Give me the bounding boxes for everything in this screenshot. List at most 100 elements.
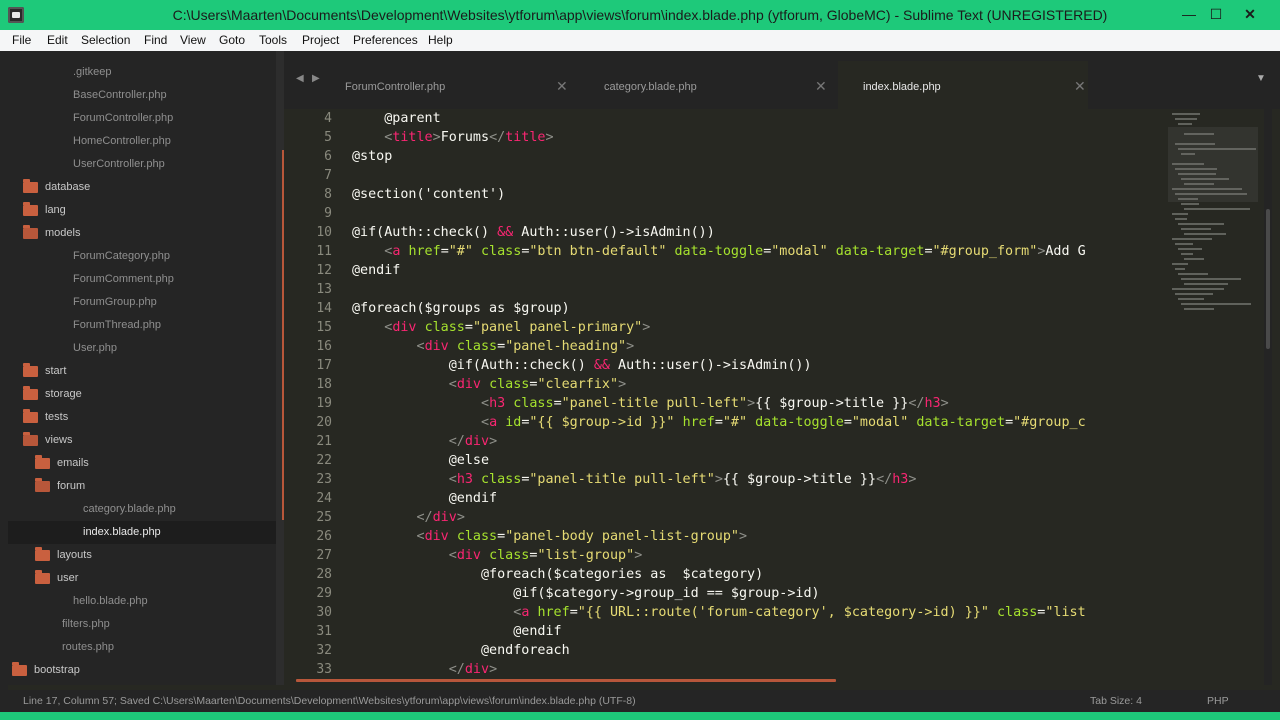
tab-dropdown-icon[interactable]: ▼ — [1256, 73, 1266, 84]
sidebar-file-homecontroller-php[interactable]: HomeController.php — [8, 130, 276, 153]
menu-tools[interactable]: Tools — [259, 33, 287, 47]
code-line[interactable]: 4 @parent — [284, 110, 1172, 129]
tab-close-icon[interactable]: ✕ — [1074, 78, 1086, 95]
sidebar-file-forumcontroller-php[interactable]: ForumController.php — [8, 107, 276, 130]
code-line[interactable]: 24 @endif — [284, 490, 1172, 509]
code-line[interactable]: 11 <a href="#" class="btn btn-default" d… — [284, 243, 1172, 262]
sidebar-file-hello-blade-php[interactable]: hello.blade.php — [8, 590, 276, 613]
menu-file[interactable]: File — [12, 33, 31, 47]
sidebar-file-gitkeep[interactable]: .gitkeep — [8, 61, 276, 84]
code-editor[interactable]: 4 @parent 5 <title>Forums</title> 6 @stop 7 8… — [284, 109, 1172, 685]
menu-project[interactable]: Project — [302, 33, 339, 47]
status-syntax[interactable]: PHP — [1207, 695, 1229, 707]
code-line[interactable]: 33 </div> — [284, 661, 1172, 680]
code-line[interactable]: 31 @endif — [284, 623, 1172, 642]
sidebar-folder-user[interactable]: user — [8, 567, 276, 590]
code-line[interactable]: 27 <div class="list-group"> — [284, 547, 1172, 566]
sidebar-folder-layouts[interactable]: layouts — [8, 544, 276, 567]
menu-edit[interactable]: Edit — [47, 33, 68, 47]
code-line[interactable]: 25 </div> — [284, 509, 1172, 528]
vertical-scrollbar[interactable] — [1264, 109, 1272, 685]
close-button[interactable]: ✕ — [1233, 2, 1267, 26]
code-token: "clearfix" — [537, 377, 619, 392]
code-token: = — [714, 415, 723, 430]
vertical-scrollbar-thumb[interactable] — [1266, 209, 1270, 349]
code-line[interactable]: 17 @if(Auth::check() && Auth::user()->is… — [284, 357, 1172, 376]
folder-open-icon — [35, 478, 50, 492]
code-token: > — [432, 130, 441, 145]
code-line[interactable]: 32 @endforeach — [284, 642, 1172, 661]
code-line[interactable]: 10 @if(Auth::check() && Auth::user()->isA… — [284, 224, 1172, 243]
menu-preferences[interactable]: Preferences — [353, 33, 418, 47]
status-tab-size[interactable]: Tab Size: 4 — [1090, 695, 1142, 707]
sidebar-file-category-blade-php[interactable]: category.blade.php — [8, 498, 276, 521]
tab-close-icon[interactable]: ✕ — [556, 78, 568, 95]
sidebar-file-forumthread-php[interactable]: ForumThread.php — [8, 314, 276, 337]
code-token: "panel-title pull-left" — [529, 472, 715, 487]
maximize-button[interactable]: ☐ — [1199, 2, 1233, 26]
code-line[interactable]: 18 <div class="clearfix"> — [284, 376, 1172, 395]
tab-index-blade-php[interactable]: index.blade.php ✕ — [838, 61, 1088, 109]
menu-view[interactable]: View — [180, 33, 206, 47]
code-line[interactable]: 26 <div class="panel-body panel-list-gro… — [284, 528, 1172, 547]
code-line[interactable]: 14 @foreach($groups as $group) — [284, 300, 1172, 319]
folder-icon — [12, 662, 27, 676]
code-line[interactable]: 12 @endif — [284, 262, 1172, 281]
code-line[interactable]: 21 </div> — [284, 433, 1172, 452]
code-line[interactable]: 29 @if($category->group_id == $group->id… — [284, 585, 1172, 604]
sidebar-file-usercontroller-php[interactable]: UserController.php — [8, 153, 276, 176]
code-line[interactable]: 6 @stop — [284, 148, 1172, 167]
code-line[interactable]: 23 <h3 class="panel-title pull-left">{{ … — [284, 471, 1172, 490]
menu-selection[interactable]: Selection — [81, 33, 130, 47]
code-line[interactable]: 9 — [284, 205, 1172, 224]
sidebar-folder-models[interactable]: models — [8, 222, 276, 245]
code-token: </ — [876, 472, 893, 487]
minimap-line — [1184, 258, 1204, 260]
sidebar-folder-database[interactable]: database — [8, 176, 276, 199]
code-line[interactable]: 20 <a id="{{ $group->id }}" href="#" dat… — [284, 414, 1172, 433]
sidebar-folder-emails[interactable]: emails — [8, 452, 276, 475]
code-line[interactable]: 13 — [284, 281, 1172, 300]
sidebar-file-forumcomment-php[interactable]: ForumComment.php — [8, 268, 276, 291]
sidebar-file-basecontroller-php[interactable]: BaseController.php — [8, 84, 276, 107]
tab-category-blade-php[interactable]: category.blade.php ✕ — [579, 61, 829, 109]
code-line[interactable]: 5 <title>Forums</title> — [284, 129, 1172, 148]
menu-goto[interactable]: Goto — [219, 33, 245, 47]
tab-scroll-right-icon[interactable]: ▶ — [312, 73, 320, 84]
code-token: @if($category->group_id == $group->id) — [352, 586, 820, 601]
sidebar-file-routes-php[interactable]: routes.php — [8, 636, 276, 659]
sidebar-folder-lang[interactable]: lang — [8, 199, 276, 222]
minimap-line — [1175, 293, 1213, 295]
sidebar-file-user-php[interactable]: User.php — [8, 337, 276, 360]
line-number: 27 — [316, 548, 332, 563]
code-token: </ — [489, 130, 506, 145]
menu-find[interactable]: Find — [144, 33, 167, 47]
sidebar-file-filters-php[interactable]: filters.php — [8, 613, 276, 636]
sidebar-folder-views[interactable]: views — [8, 429, 276, 452]
minimap-line — [1172, 288, 1224, 290]
sidebar-folder-start[interactable]: start — [8, 360, 276, 383]
code-line[interactable]: 30 <a href="{{ URL::route('forum-categor… — [284, 604, 1172, 623]
sidebar-folder-tests[interactable]: tests — [8, 406, 276, 429]
sidebar-folder-forum[interactable]: forum — [8, 475, 276, 498]
code-line[interactable]: 19 <h3 class="panel-title pull-left">{{ … — [284, 395, 1172, 414]
sidebar-file-forumcategory-php[interactable]: ForumCategory.php — [8, 245, 276, 268]
tab-close-icon[interactable]: ✕ — [815, 78, 827, 95]
sidebar-file-index-blade-php[interactable]: index.blade.php — [8, 521, 276, 544]
minimap[interactable] — [1168, 109, 1264, 685]
code-line[interactable]: 22 @else — [284, 452, 1172, 471]
menu-help[interactable]: Help — [428, 33, 453, 47]
sidebar-folder-storage[interactable]: storage — [8, 383, 276, 406]
code-line[interactable]: 15 <div class="panel panel-primary"> — [284, 319, 1172, 338]
code-line[interactable]: 16 <div class="panel-heading"> — [284, 338, 1172, 357]
code-line[interactable]: 28 @foreach($categories as $category) — [284, 566, 1172, 585]
tab-scroll-left-icon[interactable]: ◀ — [296, 73, 304, 84]
code-line[interactable]: 8 @section('content') — [284, 186, 1172, 205]
horizontal-scrollbar-thumb[interactable] — [296, 679, 836, 682]
code-line[interactable]: 7 — [284, 167, 1172, 186]
tab-forumcontroller-php[interactable]: ForumController.php ✕ — [320, 61, 570, 109]
sidebar-folder-bootstrap[interactable]: bootstrap — [8, 659, 276, 682]
sidebar-file-forumgroup-php[interactable]: ForumGroup.php — [8, 291, 276, 314]
